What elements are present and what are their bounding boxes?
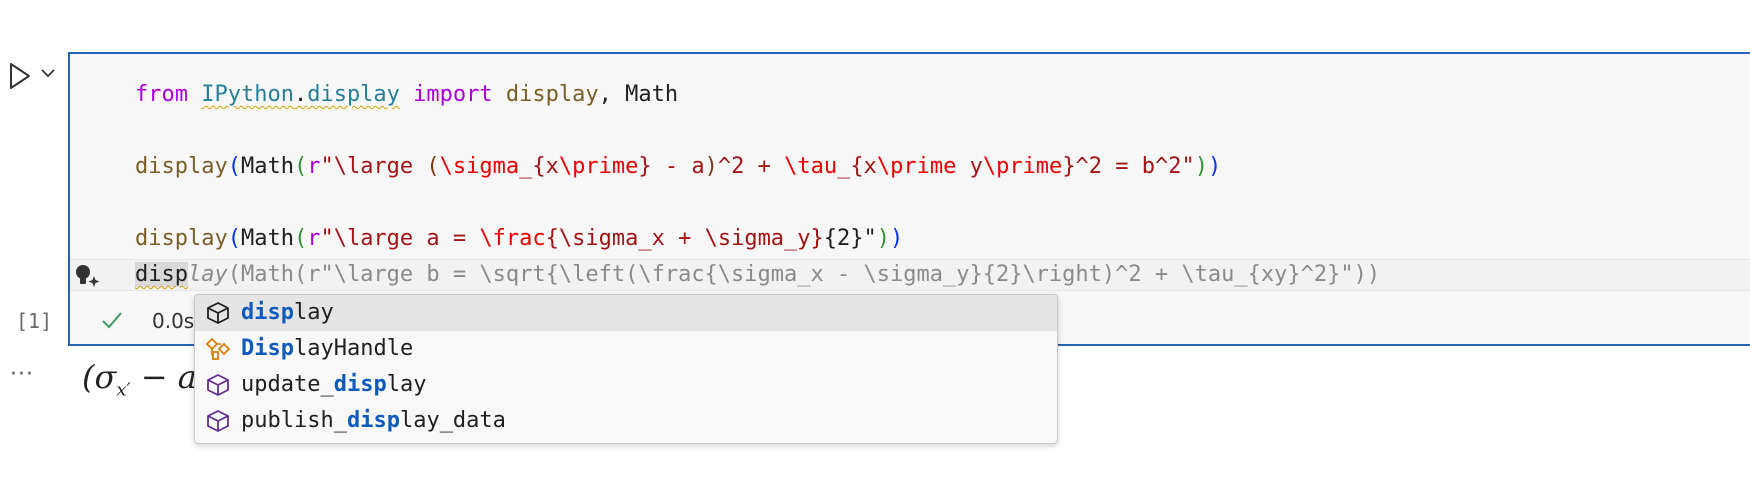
raw-prefix: r (307, 226, 321, 251)
code-line-4[interactable]: display(Math(r"\large b = \sqrt{\left(\f… (135, 259, 1380, 291)
string-part: {\sigma_x + \sigma_y} (545, 226, 824, 251)
string-paren: ) (704, 154, 718, 179)
paren: ) (890, 226, 904, 251)
string-part: _{x (837, 154, 877, 179)
keyword-import: import (413, 82, 493, 107)
check-icon (102, 312, 122, 329)
string-escape: \prime (876, 154, 957, 179)
suggestion-match: disp (241, 300, 294, 325)
chevron-down-icon[interactable] (40, 66, 56, 80)
string-part: ^2 + (717, 154, 785, 179)
inline-suggestion-italic: lay (187, 262, 228, 287)
suggestion-match: disp (346, 408, 400, 433)
paren: ) (1194, 154, 1209, 179)
method-cube-icon (207, 374, 229, 396)
call-display: display (135, 226, 228, 251)
string-part: {2}" (823, 226, 877, 251)
lightbulb-sparkle-icon[interactable] (72, 262, 102, 290)
string-escape: \frac (479, 226, 546, 251)
code-line-1[interactable]: from IPython.display import display, Mat… (135, 79, 678, 111)
module-display: display (307, 82, 400, 107)
execution-count: [1] (16, 309, 53, 333)
output-menu-button[interactable]: ··· (10, 362, 34, 387)
execution-time: 0.0s (152, 309, 195, 333)
string-escape: \tau (784, 154, 838, 179)
module-ipython: IPython (201, 82, 294, 107)
code-line-3[interactable]: display(Math(r"\large a = \frac{\sigma_x… (135, 223, 903, 255)
method-cube-icon (207, 410, 229, 432)
suggestion-rest: layHandle (293, 336, 414, 361)
suggestion-match: disp (333, 372, 387, 397)
string-escape: \prime (982, 154, 1063, 179)
suggestion-rest: lay (386, 372, 427, 397)
import-display: display (505, 82, 599, 107)
paren: ) (1208, 154, 1222, 179)
paren: ) (876, 226, 891, 251)
raw-prefix: r (307, 154, 321, 179)
suggestion-rest: lay (293, 300, 334, 325)
suggestion-rest: lay_data (399, 408, 506, 433)
string-part: y (956, 154, 983, 179)
paren: ( (293, 226, 308, 251)
call-math: Math (240, 154, 294, 179)
suggestion-item[interactable]: publish_display_data (195, 403, 1057, 439)
suggestion-prefix: update_ (241, 372, 334, 397)
keyword-from: from (135, 82, 188, 107)
call-math: Math (240, 226, 294, 251)
string-escape: \prime (558, 154, 639, 179)
string-escape: \sigma (439, 154, 520, 179)
math-output-subscript: x′ (116, 379, 131, 401)
math-output-open: (σ (82, 358, 117, 396)
string-part: "\large a = (320, 226, 480, 251)
suggestion-item[interactable]: display (195, 295, 1057, 331)
typed-text: disp (135, 262, 188, 287)
autocomplete-suggestions: display DisplayHandle update_display publis… (194, 294, 1058, 444)
math-output-rest: − a (130, 358, 197, 396)
suggestion-item[interactable]: DisplayHandle (195, 331, 1057, 367)
string-paren: ( (426, 154, 440, 179)
notebook-page: [1] ··· from IPython.display import disp… (0, 0, 1750, 478)
suggestion-prefix: publish_ (241, 408, 347, 433)
paren: ( (293, 154, 308, 179)
dot: . (293, 82, 308, 107)
paren: ( (227, 154, 241, 179)
string-part: _{x (519, 154, 559, 179)
suggestion-item[interactable]: update_display (195, 367, 1057, 403)
string-part: "\large (320, 154, 427, 179)
math-output: (σx′ − a (82, 358, 197, 400)
inline-suggestion: (Math(r"\large b = \sqrt{\left(\frac{\si… (227, 262, 1381, 287)
paren: ( (227, 226, 241, 251)
code-line-2[interactable]: display(Math(r"\large (\sigma_{x\prime} … (135, 151, 1221, 183)
string-part: }^2 = b^2" (1062, 154, 1195, 179)
play-icon[interactable] (8, 62, 32, 90)
call-display: display (135, 154, 228, 179)
string-part: } - a (638, 154, 705, 179)
method-cube-icon (207, 302, 229, 324)
class-icon (205, 337, 231, 360)
import-math: , Math (598, 82, 679, 107)
suggestion-match: Disp (241, 336, 294, 361)
